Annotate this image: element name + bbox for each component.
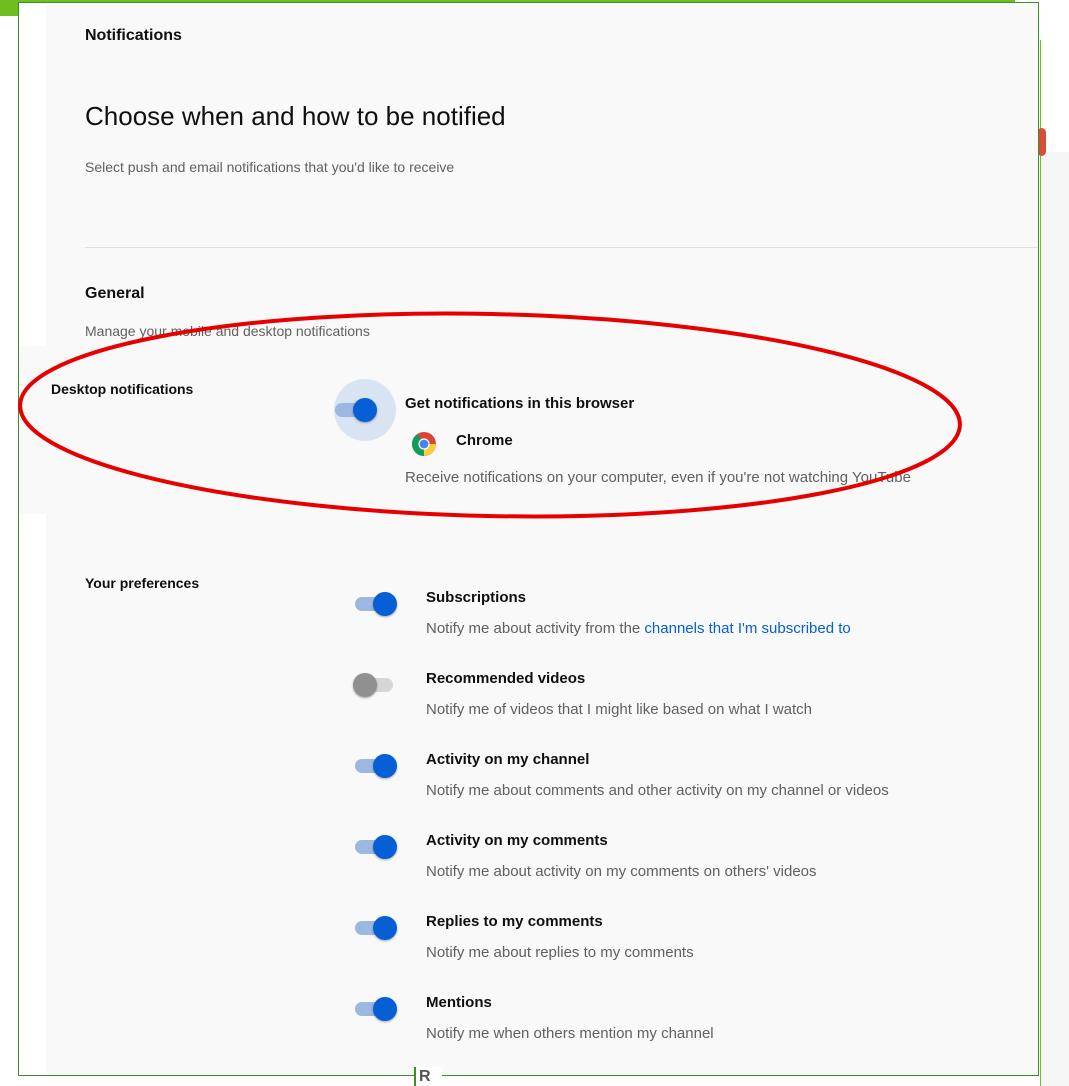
desktop-notifications-label: Desktop notifications (51, 381, 194, 397)
preference-description: Notify me about replies to my comments (426, 944, 694, 961)
preference-description: Notify me about comments and other activ… (426, 782, 889, 799)
browser-name: Chrome (456, 432, 513, 449)
preference-title: Activity on my comments (426, 832, 608, 849)
general-section-title: General (85, 285, 145, 302)
chrome-icon (412, 432, 436, 456)
preference-toggle[interactable] (353, 995, 397, 1023)
preference-description-text: Notify me when others mention my channel (426, 1025, 714, 1042)
preference-title: Subscriptions (426, 589, 527, 606)
preference-description-text: Notify me about activity on my comments … (426, 863, 817, 880)
page-subtitle: Select push and email notifications that… (85, 159, 455, 175)
preference-description-text: Notify me about comments and other activ… (426, 782, 889, 799)
preference-description: Notify me of videos that I might like ba… (426, 701, 812, 718)
general-section-subtitle: Manage your mobile and desktop notificat… (85, 323, 370, 339)
page-title: Choose when and how to be notified (85, 101, 506, 131)
notifications-settings-panel: Notifications Choose when and how to be … (18, 2, 1039, 1076)
subscribed-channels-link[interactable]: channels that I'm subscribed to (644, 620, 850, 637)
preference-toggle[interactable] (353, 833, 397, 861)
desktop-option-title: Get notifications in this browser (405, 395, 635, 412)
preference-title: Mentions (426, 994, 492, 1011)
preference-description-text: Notify me of videos that I might like ba… (426, 701, 813, 718)
partial-text-fragment: R (414, 1067, 442, 1086)
preference-description: Notify me about activity from the channe… (426, 620, 851, 637)
page-section-title: Notifications (85, 27, 182, 44)
preference-toggle[interactable] (353, 752, 397, 780)
preference-title: Replies to my comments (426, 913, 603, 930)
preference-description: Notify me about activity on my comments … (426, 863, 817, 880)
desktop-notifications-toggle[interactable] (333, 396, 377, 424)
section-divider (85, 247, 1038, 248)
preference-toggle[interactable] (353, 914, 397, 942)
background-window-edge (1037, 40, 1069, 1086)
preference-title: Recommended videos (426, 670, 586, 687)
desktop-option-description: Receive notifications on your computer, … (405, 469, 911, 486)
preference-toggle[interactable] (353, 590, 397, 618)
preference-title: Activity on my channel (426, 751, 590, 768)
preference-toggle[interactable] (353, 671, 397, 699)
preference-description: Notify me when others mention my channel (426, 1025, 714, 1042)
preference-description-text: Notify me about activity from the (426, 620, 645, 637)
your-preferences-label: Your preferences (85, 575, 200, 591)
preference-description-text: Notify me about replies to my comments (426, 944, 694, 961)
